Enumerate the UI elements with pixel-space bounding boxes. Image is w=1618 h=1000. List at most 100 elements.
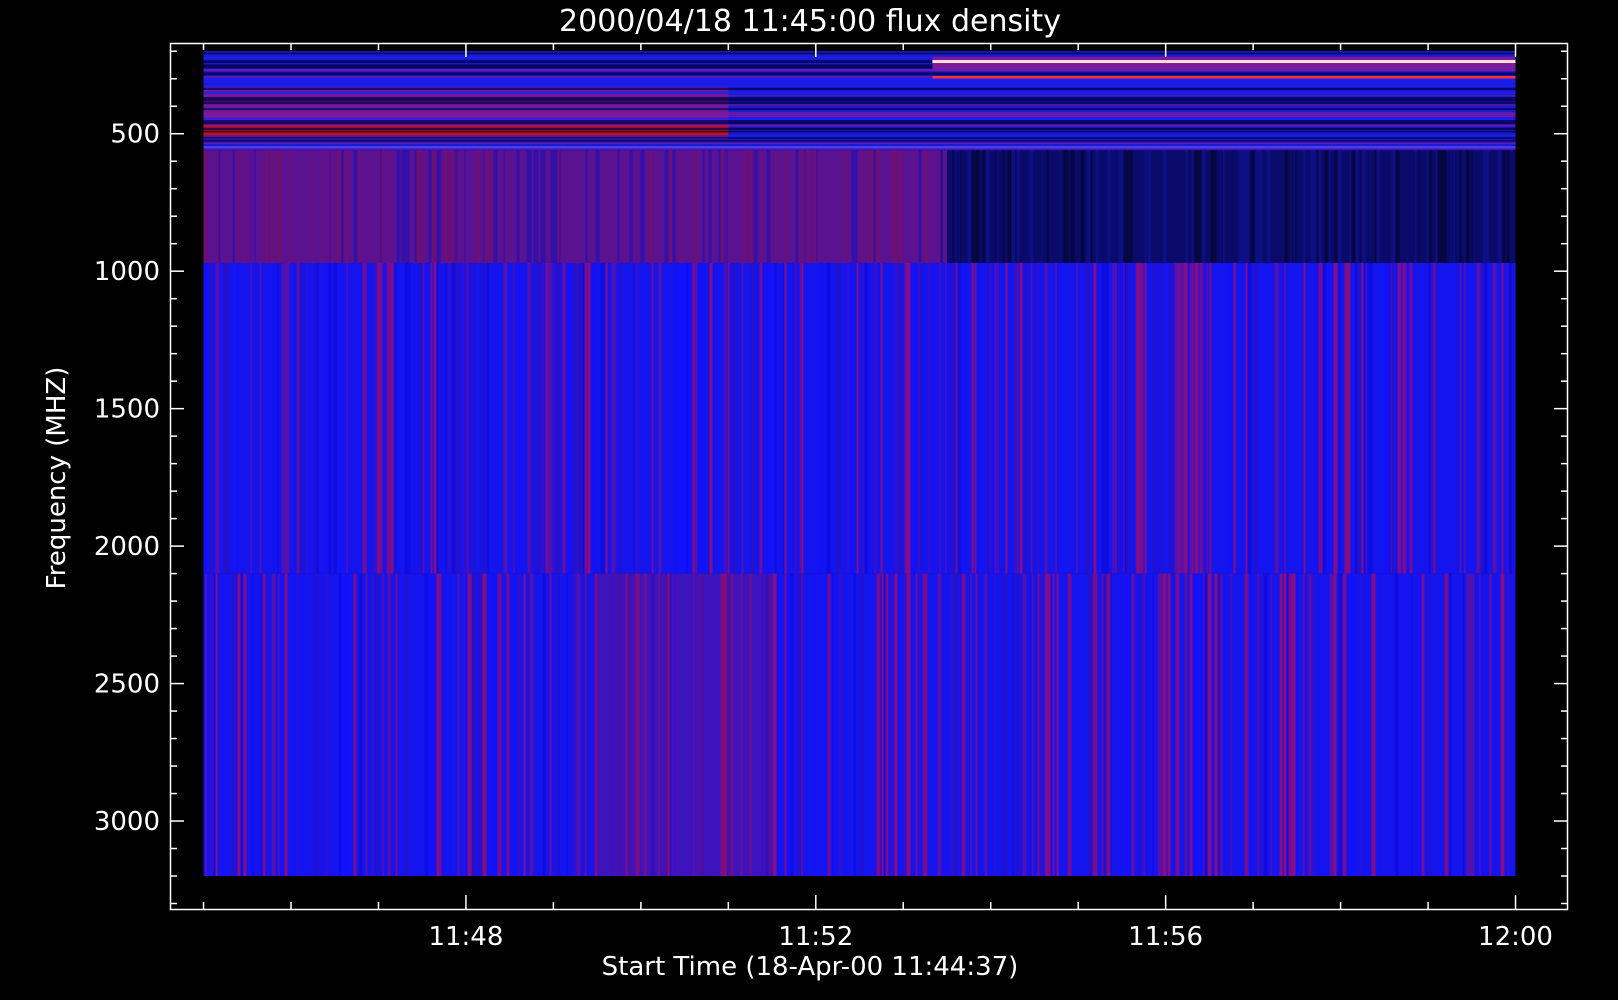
y-tick-label: 2000 [94,532,160,562]
spectrogram-stripe [762,262,767,574]
spectrogram-stripe [218,150,221,263]
spectrogram-stripe [405,150,410,263]
spectrogram-stripe [527,262,531,574]
spectrogram-stripe [1039,573,1043,877]
spectrogram-stripe [955,262,957,574]
spectrogram-stripe [387,573,391,877]
band-horizontal-line [203,139,1516,142]
band-horizontal-line [203,98,1516,102]
spectrogram-stripe [436,150,441,263]
spectrogram-stripe [497,573,502,877]
spectrogram-stripe [370,573,374,877]
spectrogram-stripe [917,150,919,263]
spectrogram-stripe [344,150,348,263]
spectrogram-stripe [1349,150,1352,263]
spectrogram-stripe [961,573,966,877]
spectrogram-stripe [1130,150,1133,263]
spectrogram-stripe [1092,262,1094,574]
spectrogram-stripe [421,262,423,574]
spectrogram-stripe [838,573,843,877]
spectrogram-stripe [806,150,811,263]
spectrogram-stripe [1007,150,1012,263]
chart-title: 2000/04/18 11:45:00 flux density [559,4,1061,39]
spectrogram-stripe [203,573,205,877]
spectrogram-stripe [1479,573,1481,877]
band-reddish-zone [597,573,773,877]
spectrogram-stripe [690,150,692,263]
spectrogram-stripe [414,150,417,263]
spectrogram-stripe [405,573,409,877]
spectrogram-stripe [741,262,744,574]
spectrogram-stripe [709,262,713,574]
spectrogram-stripe [1257,573,1259,877]
spectrogram-stripe [691,150,693,263]
spectrogram-stripe [1337,150,1342,263]
spectrogram-stripe [1217,573,1221,877]
spectrogram-stripe [1011,150,1014,263]
spectrogram-stripe [906,262,911,574]
x-axis-label: Start Time (18-Apr-00 11:44:37) [602,952,1019,982]
spectrogram-stripe [215,573,218,877]
spectrogram-stripe [1503,262,1505,574]
spectrogram-stripe [1015,573,1018,877]
spectrogram-stripe [1016,150,1020,263]
spectrogram-stripe [870,150,874,263]
spectrogram-stripe [288,150,291,263]
band-horizontal-line [203,142,1516,145]
spectrogram-stripe [328,150,330,263]
spectrogram-stripe [686,262,688,574]
spectrogram-stripe [1334,150,1338,263]
spectrogram-stripe [874,262,876,574]
band-horizontal-line [203,104,1516,106]
y-tick-label: 500 [110,120,160,150]
spectrogram-stripe [1437,150,1439,263]
spectrogram-stripe [958,262,961,574]
spectrogram-stripe [517,573,521,877]
spectrogram-stripe [1374,150,1377,263]
spectrogram-stripe [427,150,429,263]
spectrogram-stripe [640,150,645,263]
spectrogram-stripe [1096,262,1099,574]
spectrogram-stripe [419,262,422,574]
spectrogram-stripe [582,262,585,574]
spectrogram-stripe [515,262,520,574]
spectrogram-stripe [1227,262,1231,574]
spectrogram-stripe [365,573,368,877]
spectrogram-stripe [1049,573,1051,877]
spectrogram-stripe [478,573,483,877]
band-horizontal-line [203,124,1516,127]
spectrogram-stripe [1280,262,1282,574]
spectrogram-stripe [1303,150,1306,263]
spectrogram-stripe [691,262,693,574]
spectrogram-stripe [879,150,881,263]
spectrogram-stripe [732,262,734,574]
spectrogram-stripe [753,150,758,263]
spectrogram-stripe [436,573,440,877]
spectrogram-stripe [455,262,460,574]
spectrogram-stripe [1243,150,1247,263]
spectrogram-stripe [664,150,669,263]
spectrogram-stripe [860,573,864,877]
spectrogram-stripe [1286,573,1289,877]
y-tick-label: 1000 [94,257,160,287]
spectrogram-stripe [1351,150,1356,263]
spectrogram-stripe [386,262,391,574]
spectrogram-stripe [1162,150,1165,263]
spectrogram-stripe [1266,150,1271,263]
spectrogram-stripe [1344,573,1347,877]
spectrogram-stripe [1124,262,1127,574]
spectrogram-stripe [1031,573,1034,877]
spectrogram-stripe [254,150,256,263]
spectrogram-stripe [1152,262,1156,574]
spectrogram-stripe [1480,262,1484,574]
spectrogram-stripe [1427,262,1429,574]
spectrogram-stripe [549,573,552,877]
spectrogram-stripe [260,573,263,877]
spectrogram-stripe [723,262,725,574]
spectrogram-stripe [861,150,864,263]
spectrogram-stripe [1450,150,1452,263]
spectrogram-stripe [1306,573,1309,877]
spectrogram-stripe [876,150,880,263]
spectrogram-stripe [1144,262,1147,574]
spectrogram-stripe [293,573,297,877]
